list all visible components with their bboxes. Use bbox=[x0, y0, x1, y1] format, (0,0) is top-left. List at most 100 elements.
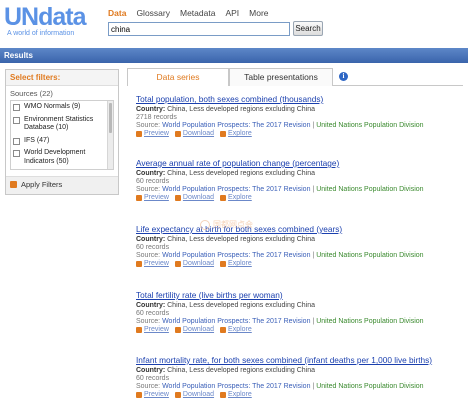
result-title[interactable]: Infant mortality rate, for both sexes co… bbox=[136, 355, 466, 365]
result-actions: Preview Download Explore bbox=[136, 194, 466, 201]
search-button[interactable]: Search bbox=[293, 21, 323, 36]
apply-filters-label: Apply Filters bbox=[21, 180, 63, 189]
source-org-link[interactable]: United Nations Population Division bbox=[316, 186, 423, 193]
result-actions: Preview Download Explore bbox=[136, 130, 466, 137]
explore-icon bbox=[220, 194, 227, 201]
explore-link[interactable]: Explore bbox=[220, 130, 252, 137]
download-icon bbox=[174, 130, 181, 137]
search-input[interactable] bbox=[108, 22, 290, 36]
filter-item-environment[interactable]: Environment Statistics Database (10) bbox=[11, 114, 113, 135]
tab-data-series[interactable]: Data series bbox=[127, 68, 229, 86]
result-count: 60 records bbox=[136, 244, 170, 251]
preview-icon bbox=[136, 326, 142, 333]
result-source: Source: World Population Prospects: The … bbox=[136, 122, 424, 129]
result-source: Source: World Population Prospects: The … bbox=[136, 318, 424, 325]
sources-list: WMO Normals (9) Environment Statistics D… bbox=[10, 100, 114, 170]
result-title[interactable]: Total population, both sexes combined (t… bbox=[136, 94, 466, 104]
nav-glossary[interactable]: Glossary bbox=[136, 8, 170, 18]
result-country: Country: China, Less developed regions e… bbox=[136, 106, 315, 113]
result-country: Country: China, Less developed regions e… bbox=[136, 170, 315, 177]
apply-filters-button[interactable]: Apply Filters bbox=[10, 180, 62, 189]
info-icon[interactable]: i bbox=[339, 72, 348, 81]
preview-icon bbox=[136, 391, 142, 398]
list-item: Total fertility rate (live births per wo… bbox=[136, 290, 466, 333]
explore-icon bbox=[220, 391, 227, 398]
tabs-row: Data series Table presentations i bbox=[127, 68, 463, 86]
apply-icon bbox=[10, 181, 17, 188]
explore-link[interactable]: Explore bbox=[220, 326, 252, 333]
preview-link[interactable]: Preview bbox=[136, 391, 169, 398]
result-title[interactable]: Life expectancy at birth for both sexes … bbox=[136, 224, 466, 234]
source-link[interactable]: World Population Prospects: The 2017 Rev… bbox=[162, 383, 310, 390]
nav-metadata[interactable]: Metadata bbox=[180, 8, 215, 18]
source-link[interactable]: World Population Prospects: The 2017 Rev… bbox=[162, 252, 310, 259]
source-link[interactable]: World Population Prospects: The 2017 Rev… bbox=[162, 186, 310, 193]
result-actions: Preview Download Explore bbox=[136, 391, 466, 398]
preview-link[interactable]: Preview bbox=[136, 194, 169, 201]
filter-item-label: IFS (47) bbox=[24, 136, 50, 144]
explore-link[interactable]: Explore bbox=[220, 260, 252, 267]
results-bar: Results bbox=[0, 48, 468, 63]
preview-link[interactable]: Preview bbox=[136, 130, 169, 137]
checkbox[interactable] bbox=[13, 150, 20, 157]
checkbox[interactable] bbox=[13, 116, 20, 124]
top-nav: Data Glossary Metadata API More bbox=[108, 8, 269, 18]
result-count: 60 records bbox=[136, 310, 170, 317]
preview-link[interactable]: Preview bbox=[136, 260, 169, 267]
nav-data[interactable]: Data bbox=[108, 8, 126, 18]
download-link[interactable]: Download bbox=[174, 194, 214, 201]
checkbox[interactable] bbox=[13, 137, 20, 145]
result-actions: Preview Download Explore bbox=[136, 326, 466, 333]
preview-icon bbox=[136, 130, 142, 137]
explore-icon bbox=[220, 260, 227, 267]
result-source: Source: World Population Prospects: The … bbox=[136, 383, 424, 390]
preview-link[interactable]: Preview bbox=[136, 326, 169, 333]
result-source: Source: World Population Prospects: The … bbox=[136, 252, 424, 259]
result-country: Country: China, Less developed regions e… bbox=[136, 302, 315, 309]
preview-icon bbox=[136, 194, 142, 201]
explore-link[interactable]: Explore bbox=[220, 391, 252, 398]
result-source: Source: World Population Prospects: The … bbox=[136, 186, 424, 193]
filter-item-wdi[interactable]: World Development Indicators (50) bbox=[11, 147, 113, 168]
download-link[interactable]: Download bbox=[174, 130, 214, 137]
watermark: 国都网点会 bbox=[200, 219, 274, 233]
source-link[interactable]: World Population Prospects: The 2017 Rev… bbox=[162, 318, 310, 325]
undata-logo[interactable]: UNdata A world of information bbox=[4, 3, 104, 39]
source-org-link[interactable]: United Nations Population Division bbox=[316, 122, 423, 129]
checkbox[interactable] bbox=[13, 104, 20, 111]
download-link[interactable]: Download bbox=[174, 391, 214, 398]
logo-wordmark: UNdata bbox=[4, 3, 87, 31]
download-icon bbox=[174, 194, 181, 201]
filter-item-ifs[interactable]: IFS (47) bbox=[11, 135, 113, 148]
explore-icon bbox=[220, 326, 227, 333]
filters-panel: Select filters: Sources (22) WMO Normals… bbox=[5, 69, 119, 195]
source-org-link[interactable]: United Nations Population Division bbox=[316, 252, 423, 259]
preview-icon bbox=[136, 260, 142, 267]
tab-table-presentations[interactable]: Table presentations bbox=[229, 68, 333, 86]
download-icon bbox=[174, 326, 181, 333]
filter-item-wmo[interactable]: WMO Normals (9) bbox=[11, 101, 113, 114]
list-item: Average annual rate of population change… bbox=[136, 158, 466, 201]
sources-header[interactable]: Sources (22) bbox=[6, 86, 118, 100]
source-org-link[interactable]: United Nations Population Division bbox=[316, 383, 423, 390]
download-icon bbox=[174, 391, 181, 398]
nav-api[interactable]: API bbox=[225, 8, 239, 18]
scroll-thumb[interactable] bbox=[109, 103, 112, 133]
download-link[interactable]: Download bbox=[174, 260, 214, 267]
list-item: Total population, both sexes combined (t… bbox=[136, 94, 466, 137]
list-item: Life expectancy at birth for both sexes … bbox=[136, 224, 466, 267]
result-title[interactable]: Total fertility rate (live births per wo… bbox=[136, 290, 466, 300]
scrollbar[interactable] bbox=[107, 101, 113, 169]
result-actions: Preview Download Explore bbox=[136, 260, 466, 267]
result-count: 60 records bbox=[136, 375, 170, 382]
result-title[interactable]: Average annual rate of population change… bbox=[136, 158, 466, 168]
nav-more[interactable]: More bbox=[249, 8, 268, 18]
download-icon bbox=[174, 260, 181, 267]
download-link[interactable]: Download bbox=[174, 326, 214, 333]
logo-tagline: A world of information bbox=[7, 30, 75, 37]
header: UNdata A world of information Data Gloss… bbox=[0, 0, 468, 44]
explore-icon bbox=[220, 130, 227, 137]
source-org-link[interactable]: United Nations Population Division bbox=[316, 318, 423, 325]
explore-link[interactable]: Explore bbox=[220, 194, 252, 201]
source-link[interactable]: World Population Prospects: The 2017 Rev… bbox=[162, 122, 310, 129]
